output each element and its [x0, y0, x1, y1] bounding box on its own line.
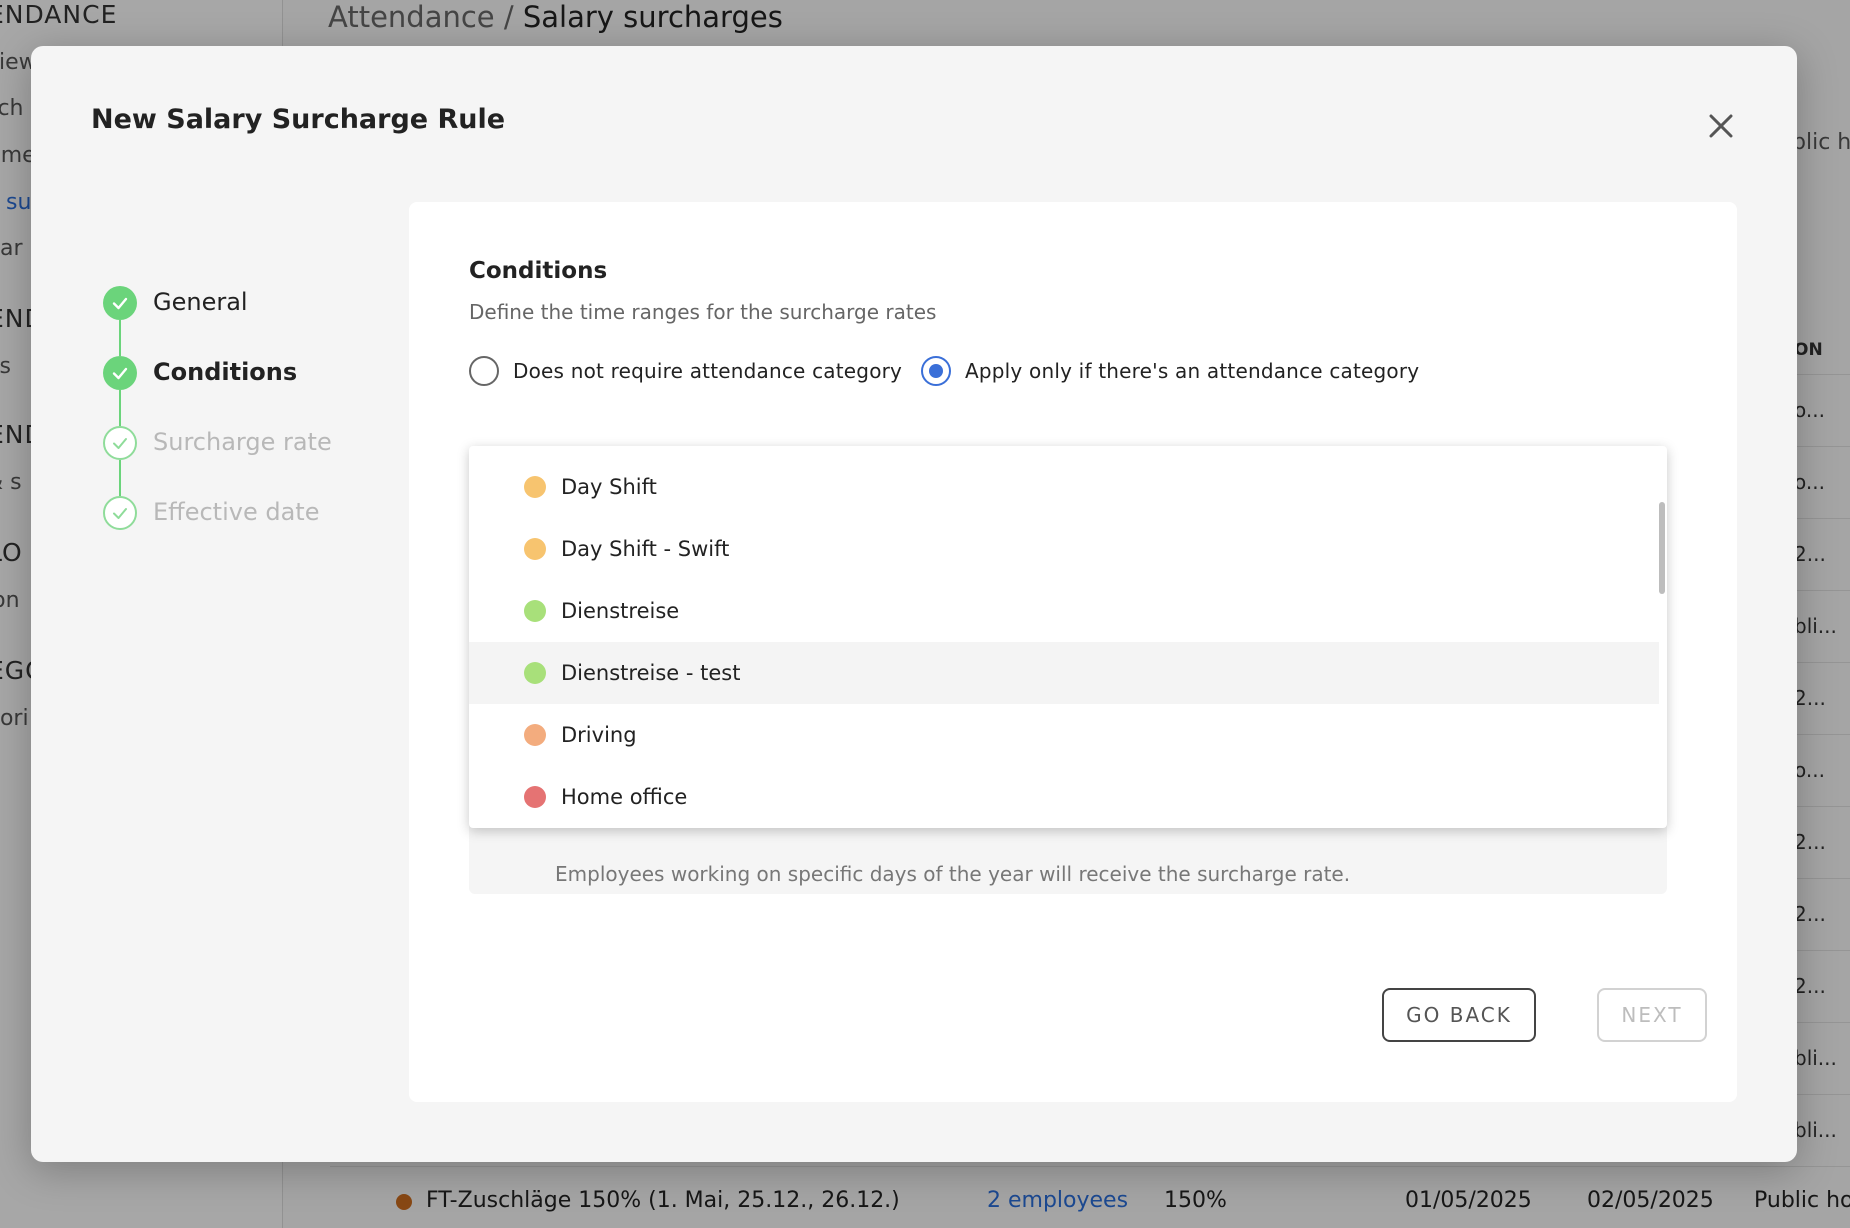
dropdown-scrollbar[interactable]	[1659, 502, 1665, 594]
radio-unchecked-icon	[469, 356, 499, 386]
step-label: Surcharge rate	[153, 428, 332, 456]
step-conditions[interactable]: Conditions	[103, 356, 423, 396]
category-color-dot	[524, 538, 546, 560]
radio-require-category[interactable]: Apply only if there's an attendance cate…	[921, 354, 1419, 388]
dropdown-option-home-office[interactable]: Home office	[469, 766, 1659, 828]
option-label: Dienstreise	[561, 599, 680, 623]
dropdown-option-dienstreise[interactable]: Dienstreise	[469, 580, 1659, 642]
option-label: Dienstreise - test	[561, 661, 741, 685]
radio-checked-icon	[921, 356, 951, 386]
radio-label: Apply only if there's an attendance cate…	[965, 359, 1420, 383]
section-subtitle: Define the time ranges for the surcharge…	[469, 300, 937, 324]
category-color-dot	[524, 662, 546, 684]
option-label: Day Shift - Swift	[561, 537, 730, 561]
radio-label: Does not require attendance category	[513, 359, 903, 383]
attendance-category-radio-group: Does not require attendance category App…	[469, 354, 1669, 388]
check-outline-icon	[103, 426, 137, 460]
option-label: Home office	[561, 785, 688, 809]
option-description: Employees working on specific days of th…	[555, 862, 1351, 886]
category-color-dot	[524, 786, 546, 808]
check-icon	[103, 286, 137, 320]
check-icon	[103, 356, 137, 390]
section-title: Conditions	[469, 258, 608, 284]
step-general[interactable]: General	[103, 286, 423, 326]
category-color-dot	[524, 724, 546, 746]
go-back-button[interactable]: GO BACK	[1382, 988, 1536, 1042]
close-icon	[1709, 114, 1733, 138]
wizard-stepper: General Conditions Surcharge rate Effect…	[103, 286, 403, 606]
attendance-category-dropdown: Day Shift Day Shift - Swift Dienstreise …	[469, 446, 1667, 828]
dropdown-option-dienstreise-test[interactable]: Dienstreise - test	[469, 642, 1659, 704]
next-button[interactable]: NEXT	[1597, 988, 1707, 1042]
option-label: Day Shift	[561, 475, 657, 499]
radio-no-category[interactable]: Does not require attendance category	[469, 354, 902, 388]
step-label: Effective date	[153, 498, 320, 526]
close-button[interactable]	[1701, 106, 1741, 146]
conditions-card: Conditions Define the time ranges for th…	[409, 202, 1737, 1102]
dropdown-option-day-shift[interactable]: Day Shift	[469, 456, 1659, 518]
dropdown-option-day-shift-swift[interactable]: Day Shift - Swift	[469, 518, 1659, 580]
category-color-dot	[524, 476, 546, 498]
step-label: Conditions	[153, 358, 298, 386]
new-surcharge-rule-modal: New Salary Surcharge Rule General Condit…	[31, 46, 1797, 1162]
step-label: General	[153, 288, 248, 316]
modal-title: New Salary Surcharge Rule	[91, 104, 506, 135]
step-surcharge-rate[interactable]: Surcharge rate	[103, 426, 423, 466]
category-color-dot	[524, 600, 546, 622]
step-effective-date[interactable]: Effective date	[103, 496, 423, 536]
option-label: Driving	[561, 723, 637, 747]
dropdown-option-driving[interactable]: Driving	[469, 704, 1659, 766]
check-outline-icon	[103, 496, 137, 530]
